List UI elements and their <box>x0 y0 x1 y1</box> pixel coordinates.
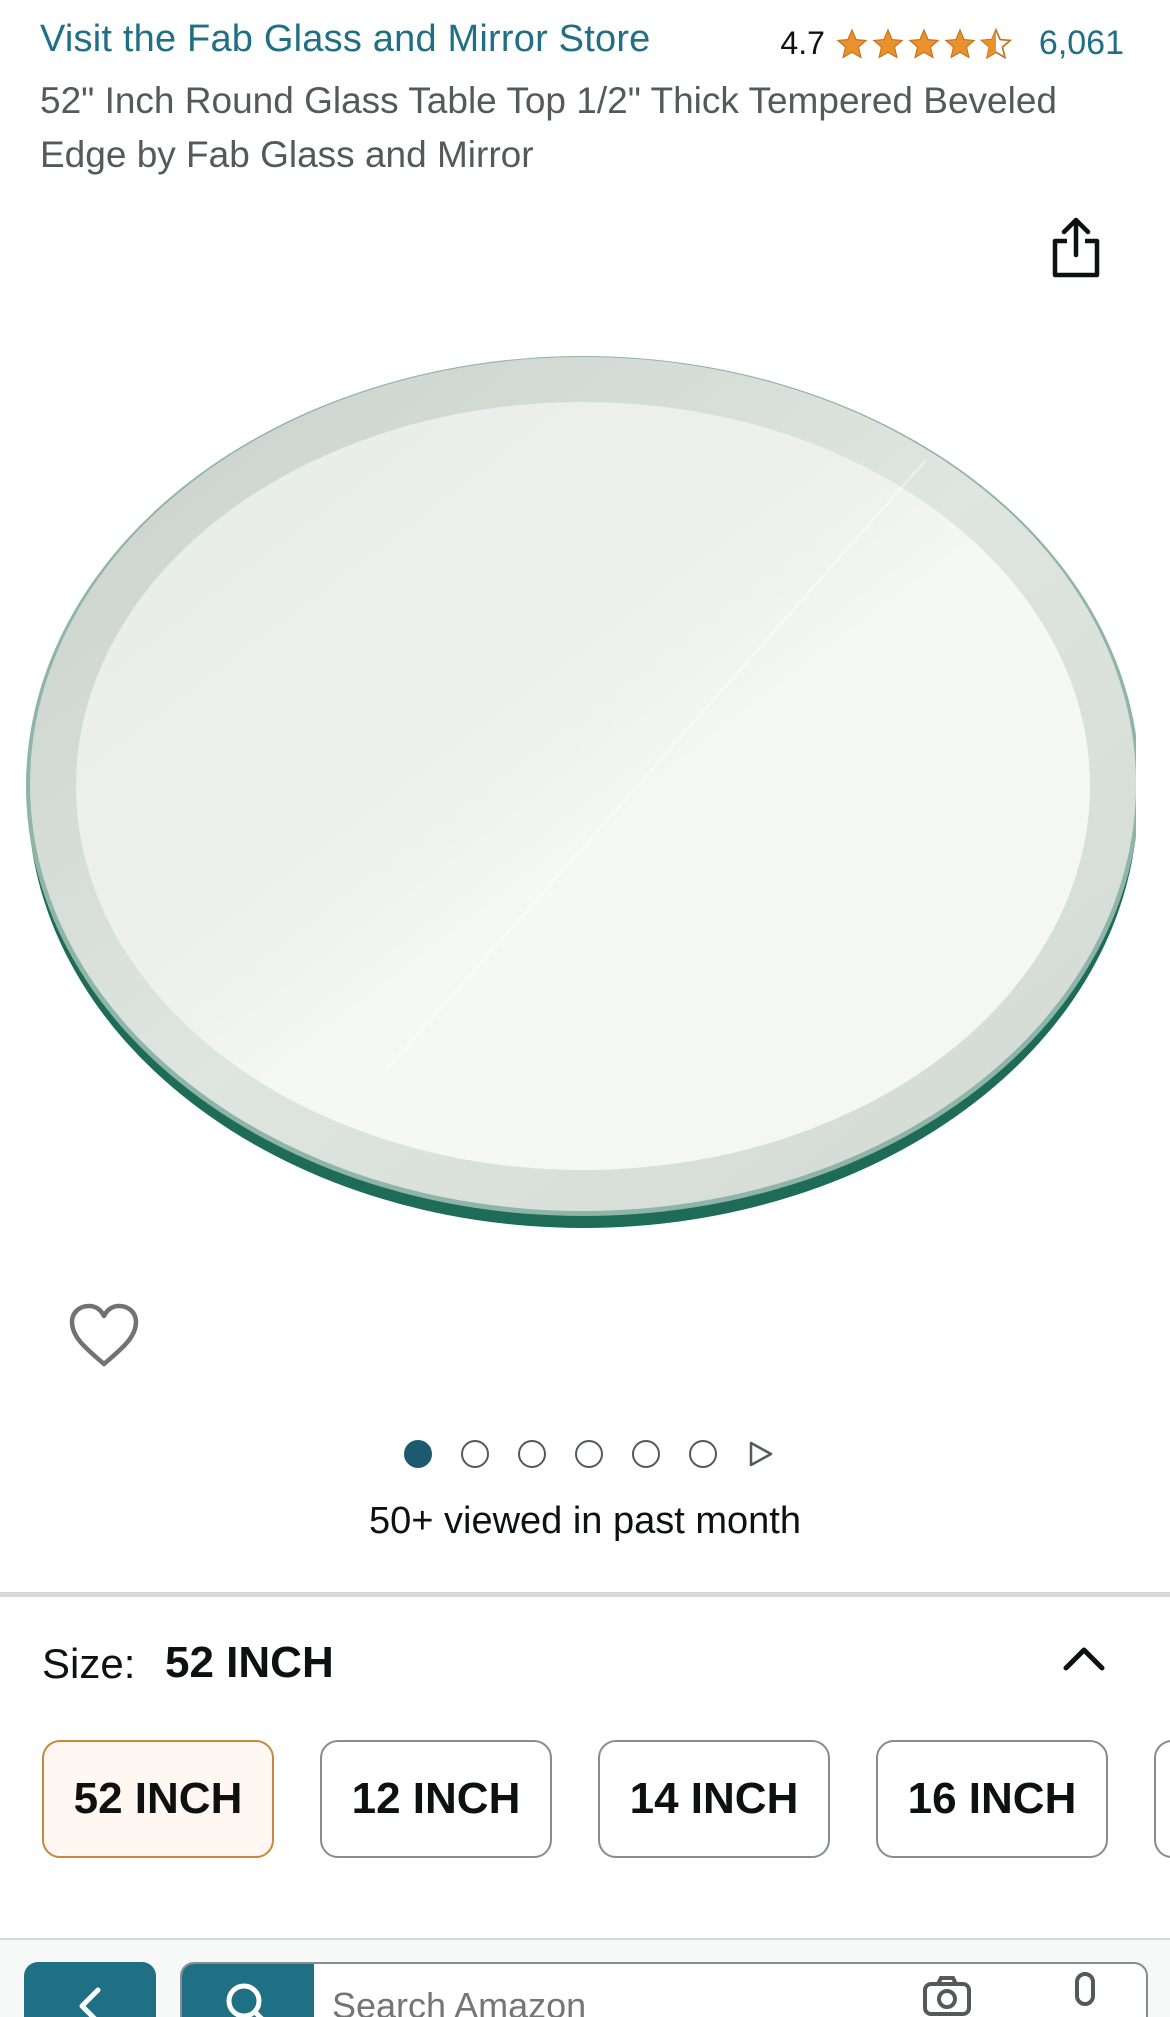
size-option-52-inch[interactable]: 52 INCH <box>42 1740 274 1858</box>
carousel-dot[interactable] <box>689 1440 717 1468</box>
product-title: 52" Inch Round Glass Table Top 1/2" Thic… <box>40 80 1057 175</box>
rating-summary[interactable]: 4.7 6,061 <box>780 24 1124 63</box>
chevron-left-icon <box>79 1987 101 2017</box>
search-icon <box>226 1983 264 2017</box>
wishlist-button[interactable] <box>68 1302 140 1368</box>
half-star-icon <box>979 27 1013 59</box>
search-button[interactable] <box>182 1964 314 2017</box>
carousel-indicator[interactable] <box>0 1440 1170 1468</box>
search-input[interactable] <box>332 1976 932 2017</box>
rating-count[interactable]: 6,061 <box>1039 24 1124 63</box>
section-divider <box>0 1592 1170 1597</box>
size-option-14-inch[interactable]: 14 INCH <box>598 1740 830 1858</box>
carousel-dot-active[interactable] <box>404 1440 432 1468</box>
carousel-dot[interactable] <box>461 1440 489 1468</box>
size-selected-value: 52 INCH <box>165 1638 334 1687</box>
product-page: Visit the Fab Glass and Mirror Store 4.7… <box>0 0 1170 2017</box>
heart-icon <box>69 1303 139 1367</box>
share-button[interactable] <box>1048 216 1104 280</box>
back-button[interactable] <box>24 1962 156 2017</box>
rating-stars <box>835 27 1013 61</box>
star-icon <box>944 27 976 59</box>
search-box[interactable] <box>180 1962 1148 2017</box>
size-label: Size: <box>42 1640 136 1687</box>
size-option-partial[interactable] <box>1154 1740 1170 1858</box>
store-link[interactable]: Visit the Fab Glass and Mirror Store <box>40 18 651 61</box>
rating-value: 4.7 <box>780 25 825 61</box>
product-image[interactable] <box>26 350 1136 1230</box>
star-icon <box>836 27 868 59</box>
size-option-16-inch[interactable]: 16 INCH <box>876 1740 1108 1858</box>
size-option-12-inch[interactable]: 12 INCH <box>320 1740 552 1858</box>
collapse-size-button[interactable] <box>1058 1632 1110 1684</box>
microphone-icon[interactable] <box>1070 1972 1100 2017</box>
carousel-dot[interactable] <box>575 1440 603 1468</box>
share-icon <box>1052 217 1100 278</box>
star-icon <box>908 27 940 59</box>
star-icon <box>872 27 904 59</box>
size-options: 52 INCH 12 INCH 14 INCH 16 INCH <box>42 1740 1170 1858</box>
carousel-dot[interactable] <box>518 1440 546 1468</box>
chevron-up-icon <box>1063 1647 1105 1671</box>
play-video-icon[interactable] <box>746 1440 774 1468</box>
carousel-dot[interactable] <box>632 1440 660 1468</box>
social-proof-text: 50+ viewed in past month <box>369 1500 801 1542</box>
camera-icon[interactable] <box>922 1976 972 2016</box>
bottom-search-bar <box>0 1938 1170 2017</box>
